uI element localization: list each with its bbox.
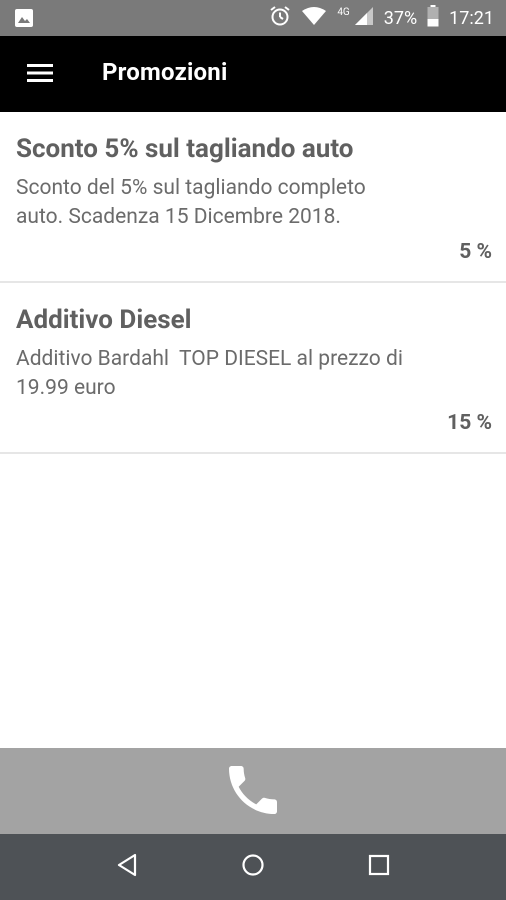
battery-icon (427, 4, 439, 32)
promotion-title: Sconto 5% sul tagliando auto (16, 134, 354, 164)
menu-button[interactable] (14, 56, 66, 94)
call-bar (0, 748, 506, 834)
signal-icon (354, 6, 374, 31)
battery-percentage: 37% (383, 7, 418, 29)
status-bar: 4G 37% 17:21 (0, 0, 506, 36)
alarm-icon (269, 5, 291, 32)
home-button[interactable] (233, 847, 273, 887)
page-title: Promozioni (102, 58, 228, 86)
wifi-icon (301, 6, 327, 31)
phone-icon (221, 758, 285, 826)
promotion-description: Additivo Bardahl TOP DIESEL al prezzo di… (16, 347, 403, 400)
clock-time: 17:21 (449, 7, 494, 29)
recents-icon (368, 854, 390, 880)
promotion-description: Sconto del 5% sul tagliando completo aut… (16, 176, 366, 229)
system-navigation-bar (0, 834, 506, 900)
home-icon (241, 853, 265, 881)
promotion-discount: 15 % (447, 411, 492, 435)
promotion-title: Additivo Diesel (16, 305, 192, 335)
image-notification-icon (14, 8, 34, 32)
call-button[interactable] (213, 754, 293, 830)
promotions-list: Sconto 5% sul tagliando auto Sconto del … (0, 112, 506, 454)
promotion-card[interactable]: Additivo Diesel Additivo Bardahl TOP DIE… (0, 283, 506, 454)
promotion-card[interactable]: Sconto 5% sul tagliando auto Sconto del … (0, 112, 506, 283)
recents-button[interactable] (359, 847, 399, 887)
app-bar: Promozioni (0, 36, 506, 112)
hamburger-menu-icon (27, 63, 53, 87)
promotion-discount: 5 % (459, 240, 492, 264)
network-type-label: 4G (337, 6, 350, 18)
back-icon (116, 853, 138, 881)
back-button[interactable] (107, 847, 147, 887)
